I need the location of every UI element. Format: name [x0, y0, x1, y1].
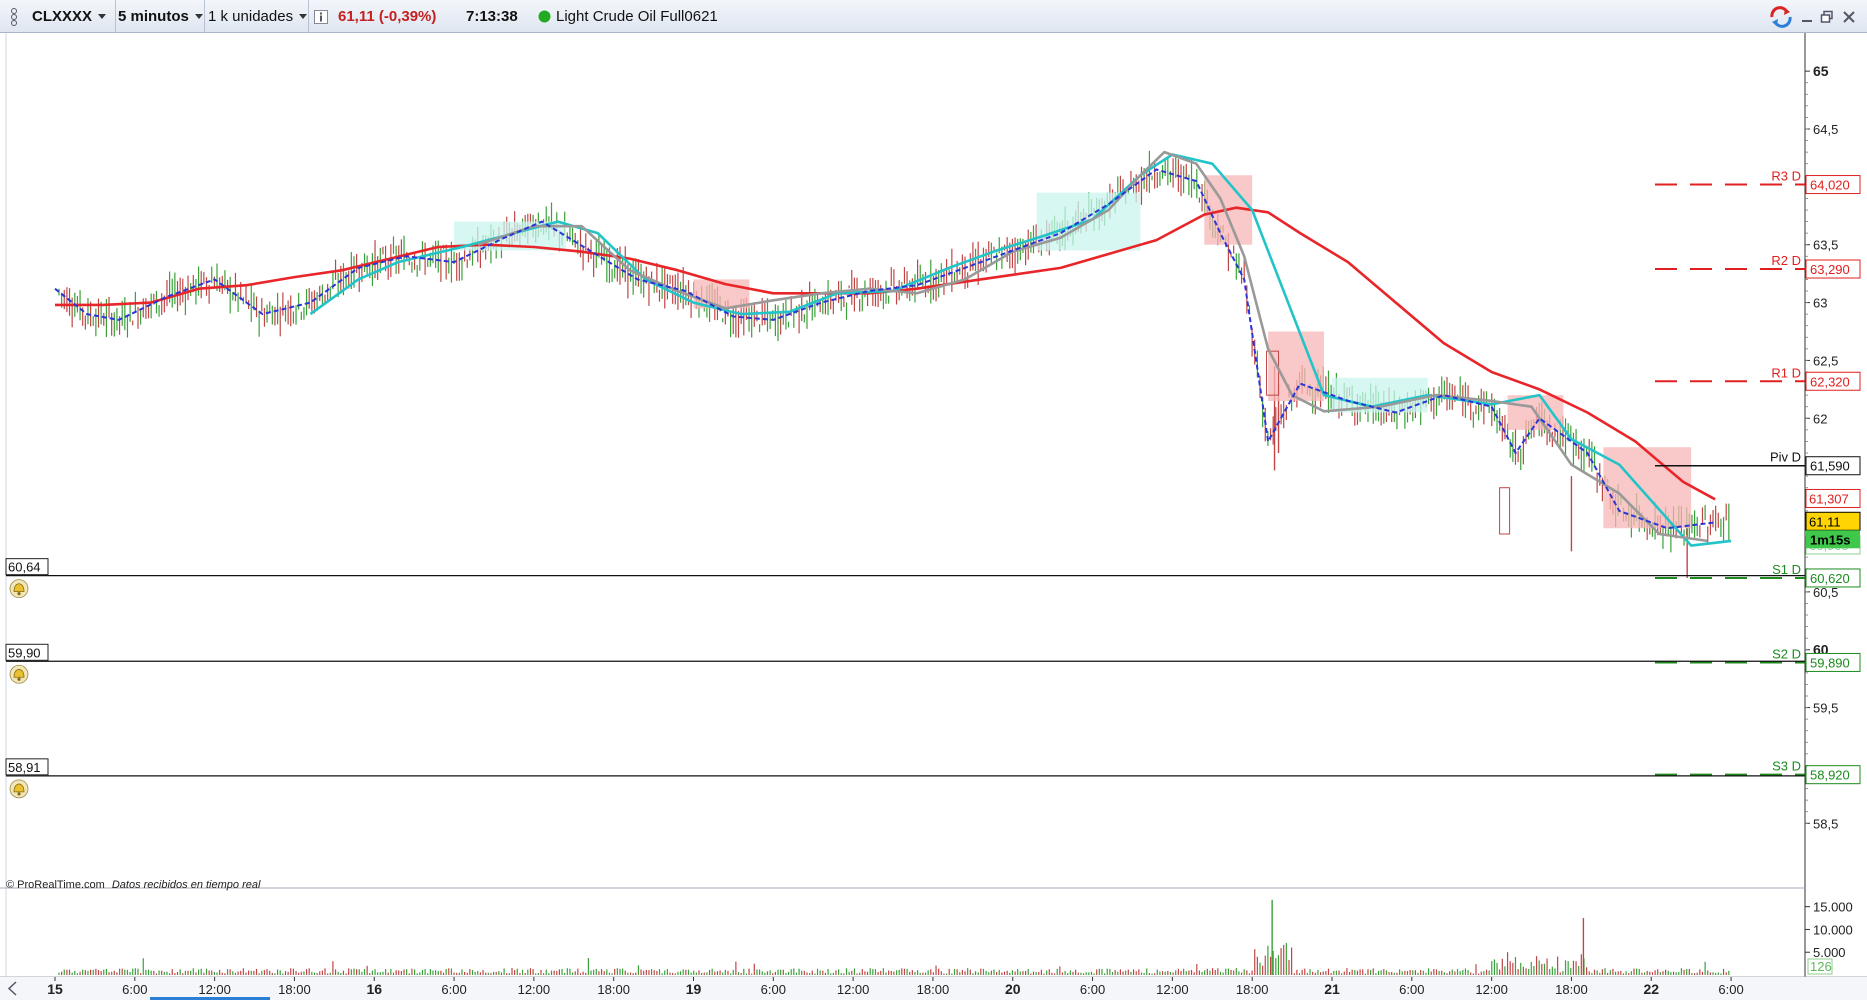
- x-tick-label: 12:00: [518, 982, 551, 997]
- pivot-name: S3 D: [1772, 759, 1801, 774]
- pivot-value: 61,590: [1810, 459, 1850, 474]
- price-tag-value: 61,11: [1809, 514, 1841, 529]
- x-tick-label: 16: [366, 981, 382, 997]
- y-tick-label: 65: [1813, 63, 1829, 79]
- pivot-value: 64,020: [1810, 178, 1850, 193]
- units-selector[interactable]: 1 k unidades: [204, 0, 309, 33]
- minimize-icon[interactable]: [1800, 0, 1818, 33]
- x-tick-label: 12:00: [198, 982, 231, 997]
- clock-time: 7:13:38: [466, 8, 518, 25]
- x-tick-label: 15: [47, 981, 63, 997]
- timeframe-label: 5 minutos: [118, 8, 189, 25]
- y-tick-label: 64,5: [1813, 122, 1838, 137]
- x-tick-label: 18:00: [1555, 982, 1588, 997]
- info-icon[interactable]: [314, 0, 334, 33]
- x-tick-label: 18:00: [597, 982, 630, 997]
- y-tick-label: 63,5: [1813, 238, 1838, 253]
- symbol-label: CLXXXX: [32, 8, 93, 25]
- x-tick-label: 6:00: [1080, 982, 1105, 997]
- volume-tick-label: 5.000: [1813, 945, 1846, 960]
- chevron-down-icon: [194, 14, 203, 19]
- x-tick-label: 12:00: [837, 982, 870, 997]
- bell-clapper: [17, 592, 21, 596]
- alert-bell-icon[interactable]: [9, 779, 29, 799]
- sync-icon[interactable]: [1768, 0, 1796, 33]
- countdown-label: 1m15s: [1810, 532, 1850, 547]
- price-change: 61,11 (-0,39%): [338, 8, 437, 25]
- units-label: 1 k unidades: [208, 8, 294, 25]
- x-tick-label: 6:00: [1399, 982, 1424, 997]
- x-tick-label: 22: [1643, 981, 1659, 997]
- grip-icon[interactable]: [4, 0, 24, 33]
- x-tick-label: 12:00: [1156, 982, 1189, 997]
- pivot-name: S1 D: [1772, 562, 1801, 577]
- pivot-name: Piv D: [1770, 450, 1801, 465]
- x-tick-label: 18:00: [917, 982, 950, 997]
- pivot-value: 60,620: [1810, 571, 1850, 586]
- timeframe-selector[interactable]: 5 minutos: [114, 0, 205, 33]
- pivot-name: S2 D: [1772, 646, 1801, 661]
- alert-bell-icon[interactable]: [9, 664, 29, 684]
- x-tick-label: 19: [686, 981, 702, 997]
- price-tags: 64,020 63,290 62,320 61,590 60,620 59,890 58,9…: [1805, 175, 1861, 785]
- pivot-name: R3 D: [1771, 169, 1801, 184]
- instrument-name: Light Crude Oil Full0621: [556, 8, 718, 25]
- chart-toolbar: CLXXXX 5 minutos 1 k unidades 61,11 (-0,…: [0, 0, 1867, 33]
- volume-tick-label: 10.000: [1813, 922, 1853, 937]
- volume-tick-label: 15.000: [1813, 900, 1853, 915]
- volume-current: 126: [1810, 959, 1832, 974]
- x-tick-label: 6:00: [1718, 982, 1743, 997]
- x-tick-label: 20: [1005, 981, 1021, 997]
- chevron-down-icon: [299, 14, 308, 19]
- bell-clapper: [17, 677, 21, 681]
- y-tick-label: 63: [1813, 296, 1827, 311]
- source-label: © ProRealTime.com: [6, 879, 105, 891]
- realtime-label: Datos recibidos en tiempo real: [112, 879, 261, 891]
- pivot-value: 59,890: [1810, 655, 1850, 670]
- y-tick-label: 58,5: [1813, 816, 1838, 831]
- alert-value: 58,91: [8, 760, 41, 775]
- time-axis[interactable]: 15 6:00 12:00 18:00 16 6:00 12:00 18:00 19 6:00 12…: [0, 977, 1867, 1000]
- x-tick-label: 21: [1324, 981, 1340, 997]
- chart-frame: [0, 33, 1867, 1000]
- close-icon[interactable]: [1842, 0, 1860, 33]
- pivot-name: R2 D: [1771, 253, 1801, 268]
- y-tick-label: 62,5: [1813, 353, 1838, 368]
- plot-area: [6, 33, 1805, 1000]
- y-tick-label: 59,5: [1813, 701, 1838, 716]
- x-tick-label: 12:00: [1475, 982, 1508, 997]
- pivot-value: 63,290: [1810, 262, 1850, 277]
- x-tick-label: 6:00: [441, 982, 466, 997]
- bell-clapper: [17, 792, 21, 796]
- cloud-area: [1603, 447, 1692, 529]
- x-tick-label: 18:00: [278, 982, 311, 997]
- status-dot-icon: [538, 0, 552, 33]
- source-credit: © ProRealTime.com Datos recibidos en tie…: [6, 879, 261, 891]
- price-chart[interactable]: R3 D R2 D R1 D Piv D S1 D S2 D S3 D 60,64 59,90…: [0, 33, 1867, 1000]
- price-tag-value: 61,307: [1809, 491, 1849, 506]
- alert-value: 59,90: [8, 645, 41, 660]
- pivot-value: 58,920: [1810, 768, 1850, 783]
- alert-bell-icon[interactable]: [9, 579, 29, 599]
- y-tick-label: 62: [1813, 411, 1827, 426]
- restore-icon[interactable]: [1820, 0, 1838, 33]
- x-tick-label: 18:00: [1236, 982, 1269, 997]
- chevron-down-icon: [98, 14, 107, 19]
- pivot-name: R1 D: [1771, 365, 1801, 380]
- x-tick-label: 6:00: [761, 982, 786, 997]
- pivot-value: 62,320: [1810, 374, 1850, 389]
- alert-value: 60,64: [8, 560, 41, 575]
- symbol-selector[interactable]: CLXXXX: [28, 0, 116, 33]
- x-tick-label: 6:00: [122, 982, 147, 997]
